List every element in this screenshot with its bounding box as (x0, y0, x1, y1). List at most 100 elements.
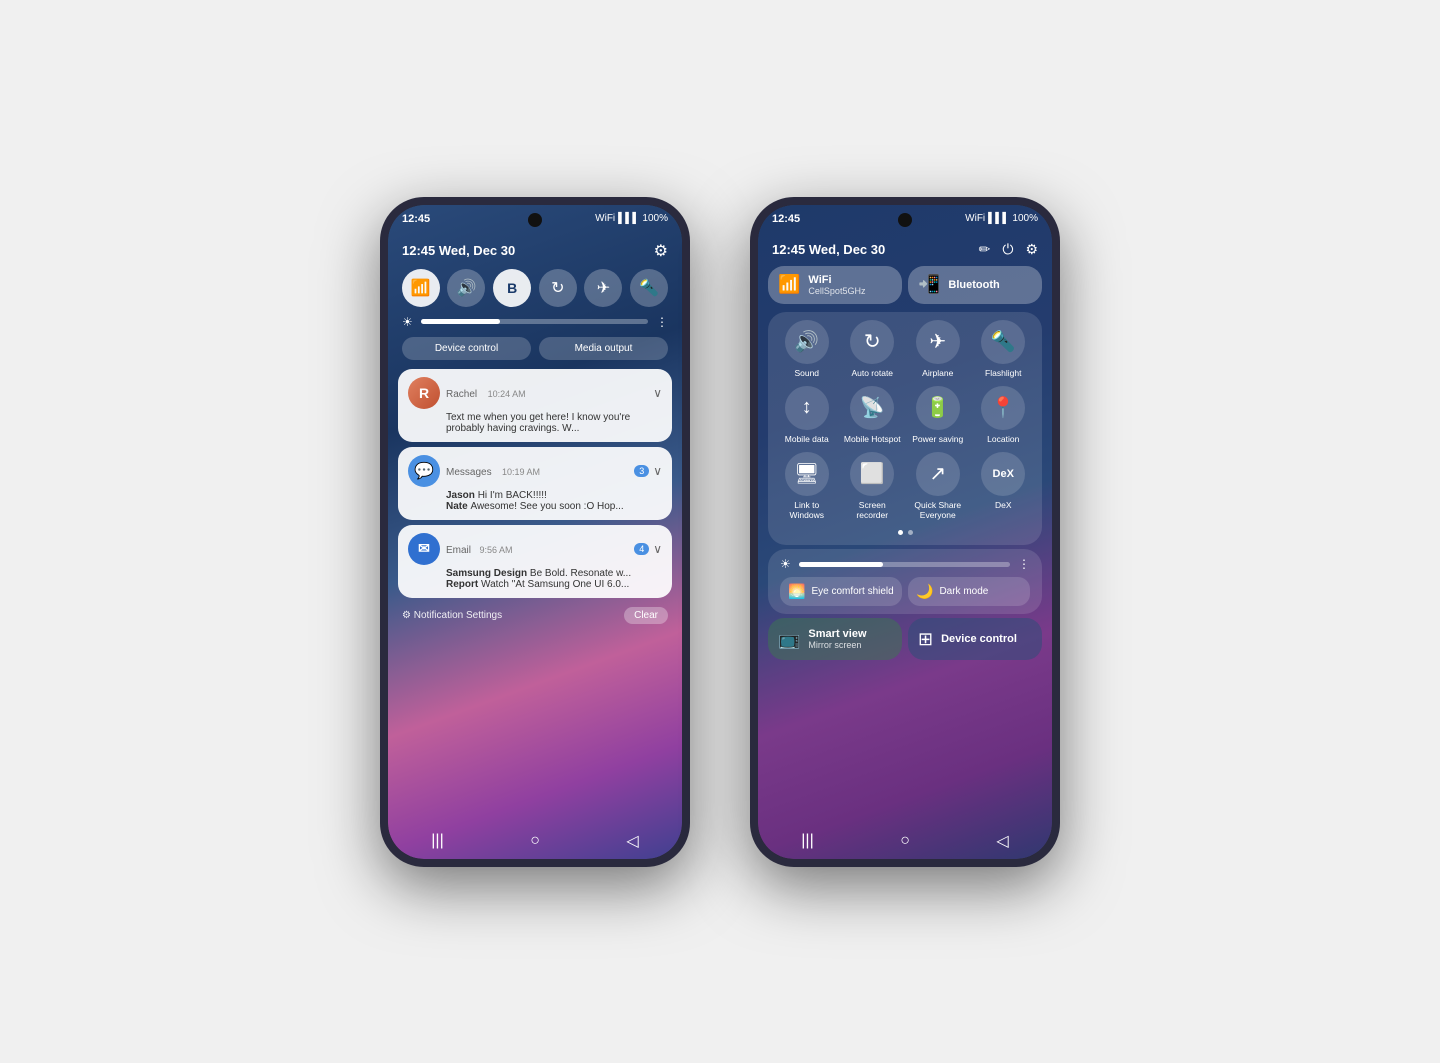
powersaving-tile[interactable]: 🔋 Power saving (909, 386, 967, 444)
brightness-slider-right[interactable] (799, 562, 1010, 567)
phones-container: 12:45 WiFi ▌▌▌ 100% 12:45 Wed, Dec 30 ⚙ (380, 197, 1060, 867)
small-tiles-row-2: ↕ Mobile data 📡 Mobile Hotspot 🔋 Power s… (774, 386, 1036, 444)
device-control-icon: ⊞ (918, 629, 933, 650)
messages-time: 10:19 AM (502, 467, 540, 477)
phone-left: 12:45 WiFi ▌▌▌ 100% 12:45 Wed, Dec 30 ⚙ (380, 197, 690, 867)
email-avatar: ✉ (408, 533, 440, 565)
qs-wifi-btn[interactable]: 📶 (402, 269, 440, 307)
dot-1 (898, 530, 903, 535)
dots-row (774, 528, 1036, 537)
screenrecorder-tile-icon: ⬜ (850, 452, 894, 496)
powersaving-tile-label: Power saving (912, 434, 963, 444)
smart-view-icon: 📺 (778, 629, 800, 650)
qs-flashlight-btn[interactable]: 🔦 (630, 269, 668, 307)
airplane-icon: ✈ (597, 278, 610, 298)
screenrecorder-tile-label: Screen recorder (843, 500, 901, 520)
datetime-right: 12:45 Wed, Dec 30 (772, 242, 885, 257)
wifi-status-icon-r: WiFi (965, 213, 985, 224)
brightness-row-left: ☀ ⋮ (388, 311, 682, 333)
gear-icon-right[interactable]: ⚙ (1025, 241, 1038, 258)
recents-btn-right[interactable]: ||| (801, 832, 813, 850)
email-expand-icon[interactable]: ∨ (653, 542, 662, 556)
smart-view-tile[interactable]: 📺 Smart view Mirror screen (768, 618, 902, 660)
airplane-tile-icon: ✈ (916, 320, 960, 364)
hotspot-tile[interactable]: 📡 Mobile Hotspot (843, 386, 901, 444)
screenrecorder-tile[interactable]: ⬜ Screen recorder (843, 452, 901, 520)
bottom-nav-left: ||| ○ ◁ (388, 831, 682, 851)
device-control-btn[interactable]: Device control (402, 337, 531, 360)
right-phone-content: 12:45 Wed, Dec 30 ✏ ⏻ ⚙ 📶 WiFi CellSpo (758, 235, 1052, 859)
qs-autorotate-btn[interactable]: ↻ (539, 269, 577, 307)
flashlight-tile-icon: 🔦 (981, 320, 1025, 364)
device-control-title: Device control (941, 633, 1017, 645)
pencil-icon[interactable]: ✏ (979, 241, 991, 258)
rachel-expand-icon[interactable]: ∨ (653, 386, 662, 400)
rachel-app-name: Rachel (446, 389, 477, 400)
messages-app-name: Messages (446, 467, 492, 478)
airplane-tile-label: Airplane (922, 368, 953, 378)
dark-mode-label: Dark mode (939, 586, 988, 597)
autorotate-tile[interactable]: ↻ Auto rotate (843, 320, 901, 378)
sound-tile-icon: 🔊 (785, 320, 829, 364)
eye-comfort-btn[interactable]: 🌅 Eye comfort shield (780, 577, 902, 606)
location-tile[interactable]: 📍 Location (974, 386, 1032, 444)
mobiledata-tile[interactable]: ↕ Mobile data (778, 386, 836, 444)
dark-mode-btn[interactable]: 🌙 Dark mode (908, 577, 1030, 606)
power-icon[interactable]: ⏻ (1002, 241, 1013, 258)
email-time: 9:56 AM (479, 545, 512, 555)
status-time-right: 12:45 (772, 213, 800, 225)
status-bar-right: 12:45 WiFi ▌▌▌ 100% (758, 205, 1052, 233)
dex-tile[interactable]: DeX DeX (974, 452, 1032, 520)
signal-icon-r: ▌▌▌ (988, 213, 1009, 224)
back-btn-right[interactable]: ◁ (996, 831, 1008, 851)
linkwindows-tile-icon: 🖥 (785, 452, 829, 496)
brightness-more-icon[interactable]: ⋮ (656, 315, 668, 329)
home-btn-left[interactable]: ○ (530, 832, 540, 850)
autorotate-icon: ↻ (551, 278, 564, 298)
status-bar-left: 12:45 WiFi ▌▌▌ 100% (388, 205, 682, 233)
notification-rachel[interactable]: R Rachel 10:24 AM ∨ Text me when you get… (398, 369, 672, 442)
location-tile-label: Location (987, 434, 1019, 444)
qs-sound-btn[interactable]: 🔊 (447, 269, 485, 307)
notification-email[interactable]: ✉ Email 9:56 AM 4 ∨ Samsung Design Be (398, 525, 672, 598)
battery-icon-r: 100% (1012, 213, 1038, 224)
wifi-wide-tile[interactable]: 📶 WiFi CellSpot5GHz (768, 266, 902, 304)
bluetooth-wide-tile[interactable]: 📲 Bluetooth (908, 266, 1042, 304)
qs-action-buttons: ✏ ⏻ ⚙ (979, 241, 1038, 258)
datetime-left: 12:45 Wed, Dec 30 (402, 243, 515, 258)
messages-count: 3 (634, 465, 649, 477)
messages-expand-icon[interactable]: ∨ (653, 464, 662, 478)
bluetooth-wide-icon: 📲 (918, 274, 940, 295)
quickshare-tile[interactable]: ↗ Quick Share Everyone (909, 452, 967, 520)
small-tiles-row-1: 🔊 Sound ↻ Auto rotate ✈ Airplane 🔦 (774, 320, 1036, 378)
qs-bluetooth-btn[interactable]: B (493, 269, 531, 307)
bottom-tiles: 📺 Smart view Mirror screen ⊞ Device cont… (768, 618, 1042, 660)
recents-btn-left[interactable]: ||| (431, 832, 443, 850)
media-output-btn[interactable]: Media output (539, 337, 668, 360)
signal-icon: ▌▌▌ (618, 213, 639, 224)
rachel-avatar: R (408, 377, 440, 409)
notification-messages[interactable]: 💬 Messages 10:19 AM 3 ∨ Jason Hi I'm (398, 447, 672, 520)
notif-settings-text[interactable]: ⚙ Notification Settings (402, 610, 502, 621)
airplane-tile[interactable]: ✈ Airplane (909, 320, 967, 378)
wifi-status-icon: WiFi (595, 213, 615, 224)
settings-icon-left[interactable]: ⚙ (654, 241, 668, 261)
clear-button[interactable]: Clear (624, 607, 668, 624)
brightness-slider-left[interactable] (421, 319, 648, 324)
bottom-nav-right: ||| ○ ◁ (758, 831, 1052, 851)
wide-tiles: 📶 WiFi CellSpot5GHz 📲 Bluetooth (758, 262, 1052, 308)
device-control-tile[interactable]: ⊞ Device control (908, 618, 1042, 660)
bluetooth-icon: B (507, 280, 517, 296)
eye-comfort-label: Eye comfort shield (811, 586, 893, 597)
back-btn-left[interactable]: ◁ (626, 831, 638, 851)
qs-airplane-btn[interactable]: ✈ (584, 269, 622, 307)
linkwindows-tile[interactable]: 🖥 Link to Windows (778, 452, 836, 520)
flashlight-tile[interactable]: 🔦 Flashlight (974, 320, 1032, 378)
bluetooth-tile-title: Bluetooth (948, 279, 999, 291)
eye-comfort-icon: 🌅 (788, 583, 805, 600)
brightness-more-right[interactable]: ⋮ (1018, 557, 1030, 571)
quickshare-tile-label: Quick Share Everyone (909, 500, 967, 520)
qs-header-right: 12:45 Wed, Dec 30 ✏ ⏻ ⚙ (758, 235, 1052, 262)
home-btn-right[interactable]: ○ (900, 832, 910, 850)
sound-tile[interactable]: 🔊 Sound (778, 320, 836, 378)
